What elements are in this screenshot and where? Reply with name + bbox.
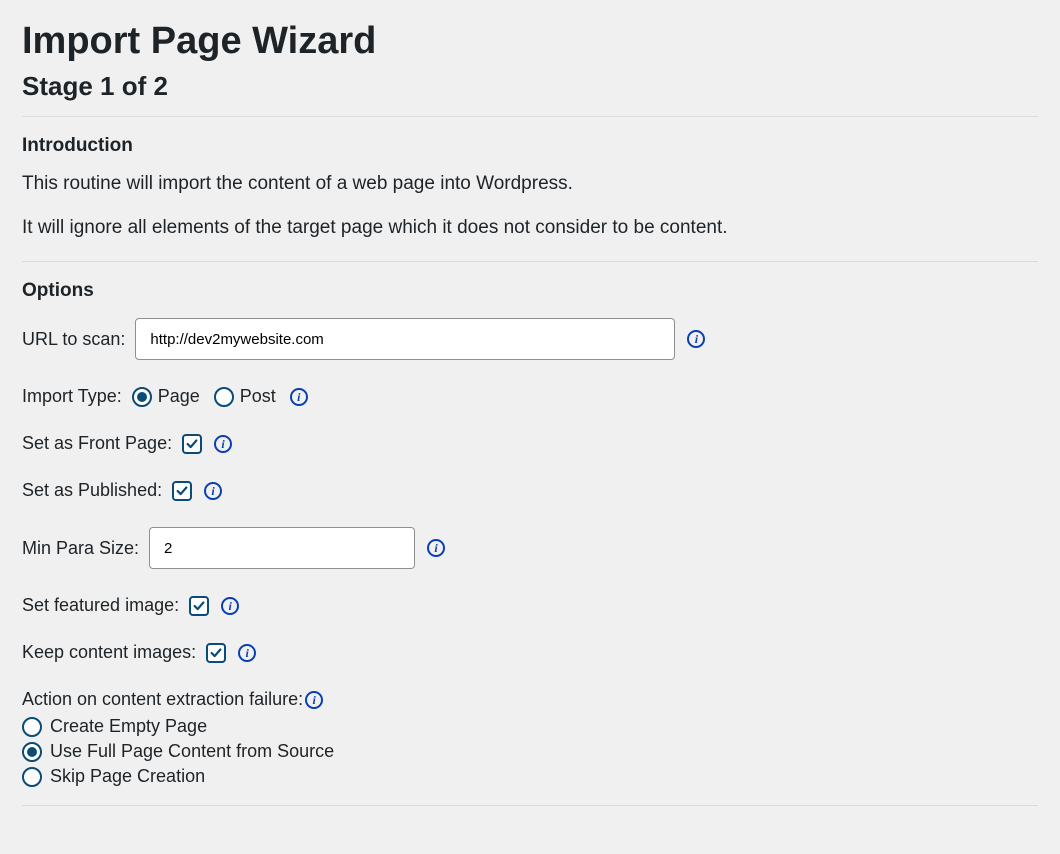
min-para-row: Min Para Size: [22, 527, 1038, 569]
failure-option-full-radio[interactable] [22, 742, 42, 762]
import-type-label: Import Type: [22, 386, 122, 407]
info-icon[interactable] [221, 597, 239, 615]
failure-option-skip-row: Skip Page Creation [22, 766, 1038, 787]
failure-option-full-row: Use Full Page Content from Source [22, 741, 1038, 762]
featured-image-checkbox[interactable] [189, 596, 209, 616]
check-icon [192, 599, 206, 613]
keep-images-checkbox[interactable] [206, 643, 226, 663]
front-page-label: Set as Front Page: [22, 433, 172, 454]
failure-option-empty-row: Create Empty Page [22, 716, 1038, 737]
check-icon [209, 646, 223, 660]
published-checkbox[interactable] [172, 481, 192, 501]
import-type-page-label: Page [158, 386, 200, 407]
info-icon[interactable] [687, 330, 705, 348]
failure-option-empty-radio[interactable] [22, 717, 42, 737]
url-label: URL to scan: [22, 329, 125, 350]
failure-option-skip-radio[interactable] [22, 767, 42, 787]
import-type-post-radio[interactable] [214, 387, 234, 407]
published-label: Set as Published: [22, 480, 162, 501]
failure-option-full-label: Use Full Page Content from Source [50, 741, 334, 762]
info-icon[interactable] [290, 388, 308, 406]
failure-option-empty-label: Create Empty Page [50, 716, 207, 737]
info-icon[interactable] [305, 691, 323, 709]
url-row: URL to scan: [22, 318, 1038, 360]
divider [22, 261, 1038, 262]
import-type-page-radio[interactable] [132, 387, 152, 407]
front-page-checkbox[interactable] [182, 434, 202, 454]
info-icon[interactable] [214, 435, 232, 453]
min-para-input[interactable] [149, 527, 415, 569]
keep-images-label: Keep content images: [22, 642, 196, 663]
front-page-row: Set as Front Page: [22, 433, 1038, 454]
check-icon [175, 484, 189, 498]
stage-subtitle: Stage 1 of 2 [22, 71, 1038, 102]
failure-action-label: Action on content extraction failure: [22, 689, 303, 710]
min-para-label: Min Para Size: [22, 538, 139, 559]
url-input[interactable] [135, 318, 675, 360]
info-icon[interactable] [238, 644, 256, 662]
failure-action-options: Create Empty Page Use Full Page Content … [22, 716, 1038, 787]
check-icon [185, 437, 199, 451]
info-icon[interactable] [204, 482, 222, 500]
options-heading: Options [22, 280, 1038, 302]
published-row: Set as Published: [22, 480, 1038, 501]
keep-images-row: Keep content images: [22, 642, 1038, 663]
introduction-heading: Introduction [22, 135, 1038, 157]
featured-image-row: Set featured image: [22, 595, 1038, 616]
failure-option-skip-label: Skip Page Creation [50, 766, 205, 787]
import-type-row: Import Type: Page Post [22, 386, 1038, 407]
page-title: Import Page Wizard [22, 20, 1038, 63]
divider [22, 116, 1038, 117]
info-icon[interactable] [427, 539, 445, 557]
intro-text-2: It will ignore all elements of the targe… [22, 217, 1038, 239]
divider [22, 805, 1038, 806]
failure-action-row: Action on content extraction failure: [22, 689, 1038, 710]
intro-text-1: This routine will import the content of … [22, 173, 1038, 195]
import-type-post-label: Post [240, 386, 276, 407]
featured-image-label: Set featured image: [22, 595, 179, 616]
